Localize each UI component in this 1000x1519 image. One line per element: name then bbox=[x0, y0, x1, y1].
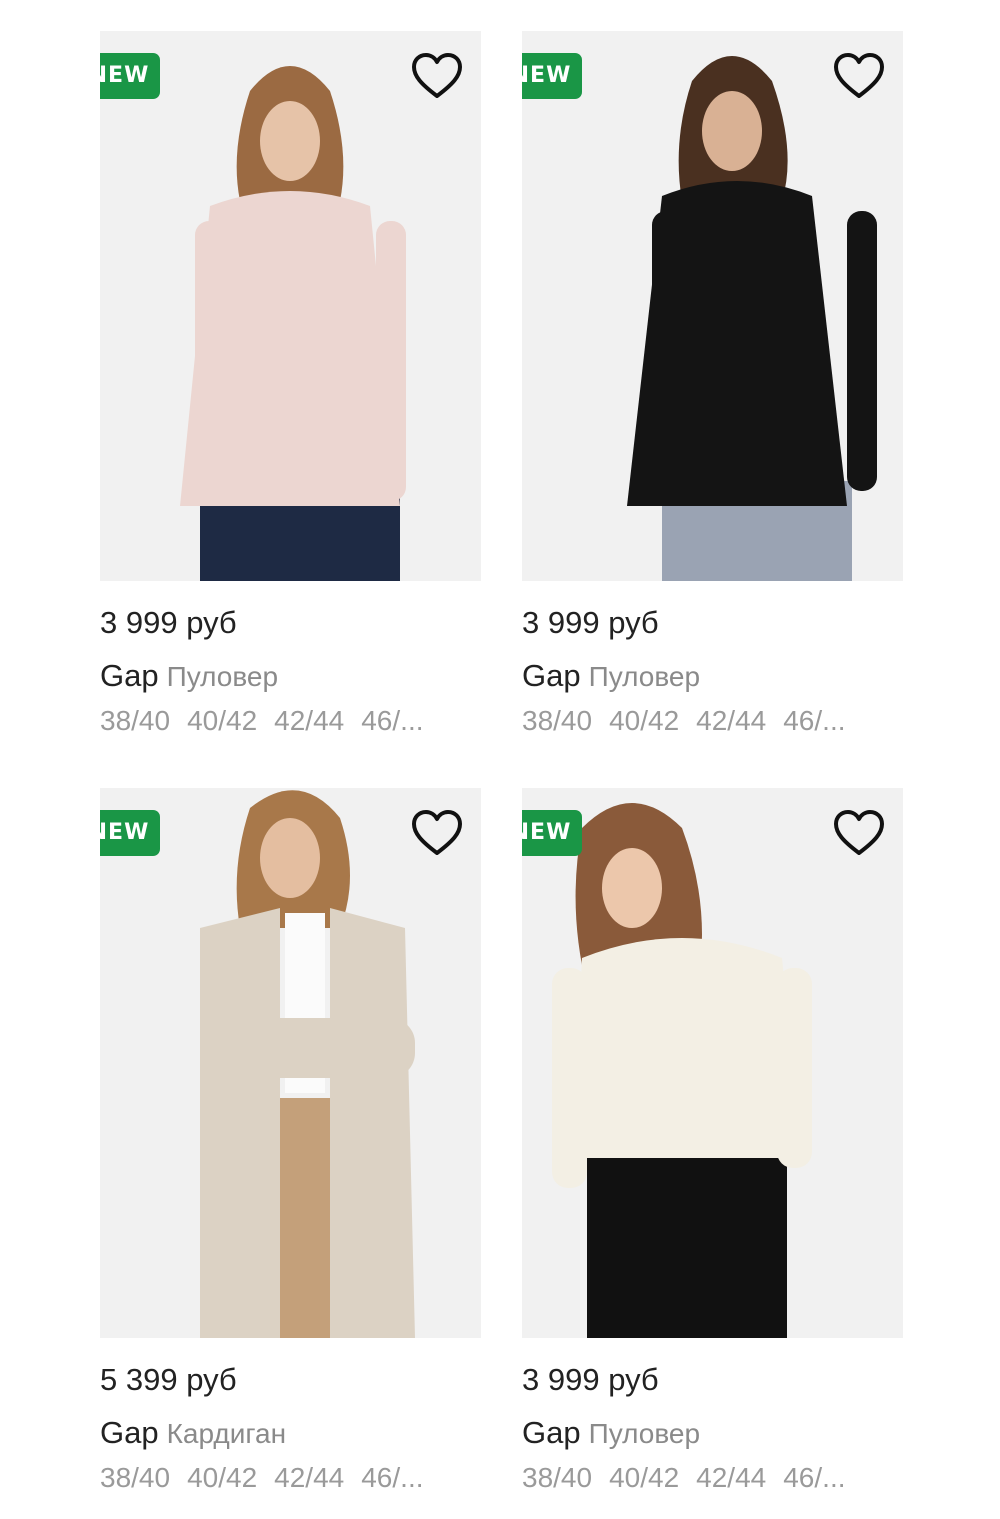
heart-outline-icon[interactable] bbox=[409, 806, 465, 862]
product-brand: Gap bbox=[522, 658, 581, 693]
size-option: 46/... bbox=[783, 1462, 846, 1493]
size-option: 38/40 bbox=[522, 705, 593, 736]
product-brand: Gap bbox=[100, 1415, 159, 1450]
product-brand: Gap bbox=[100, 658, 159, 693]
size-option: 46/... bbox=[361, 1462, 424, 1493]
size-option: 42/44 bbox=[274, 705, 345, 736]
product-title[interactable]: Gap Кардиган bbox=[100, 1414, 481, 1452]
product-photo[interactable]: NEW bbox=[522, 31, 903, 581]
size-list: 38/40 40/42 42/44 46/... bbox=[100, 1460, 481, 1496]
size-option: 38/40 bbox=[100, 1462, 171, 1493]
product-title[interactable]: Gap Пуловер bbox=[522, 657, 903, 695]
product-price: 5 399 руб bbox=[100, 1362, 237, 1397]
size-option: 40/42 bbox=[187, 705, 258, 736]
size-option: 46/... bbox=[361, 705, 424, 736]
new-badge: NEW bbox=[100, 810, 160, 856]
product-photo[interactable]: NEW bbox=[100, 31, 481, 581]
garment-shape bbox=[200, 908, 280, 1338]
heart-outline-icon[interactable] bbox=[831, 49, 887, 105]
product-card[interactable]: NEW 3 999 руб GapПуловер 38/40 40/42 42/44… bbox=[522, 31, 903, 739]
product-grid: NEW 3 999 руб GapПуловер 38/4040/4242/44… bbox=[0, 0, 1000, 1519]
bottoms-shape bbox=[587, 1148, 787, 1338]
product-title[interactable]: Gap Пуловер bbox=[522, 1414, 903, 1452]
product-card[interactable]: NEW 3 999 руб GapПуловер 38/40 40/42 42/44… bbox=[522, 788, 903, 1496]
heart-outline-icon[interactable] bbox=[831, 806, 887, 862]
product-price: 3 999 руб bbox=[100, 605, 237, 640]
size-option: 38/40 bbox=[522, 1462, 593, 1493]
product-type: Пуловер bbox=[166, 661, 279, 692]
size-option: 46/... bbox=[783, 705, 846, 736]
size-option: 42/44 bbox=[696, 705, 767, 736]
product-title[interactable]: Gap Пуловер bbox=[100, 657, 481, 695]
size-option: 40/42 bbox=[609, 705, 680, 736]
model-photo-image bbox=[627, 56, 877, 581]
product-type: Пуловер bbox=[588, 661, 701, 692]
model-photo-image bbox=[180, 66, 406, 581]
size-option: 42/44 bbox=[696, 1462, 767, 1493]
product-brand: Gap bbox=[522, 1415, 581, 1450]
size-list: 38/40 40/42 42/44 46/... bbox=[522, 1460, 903, 1496]
model-photo-image bbox=[552, 803, 812, 1338]
new-badge: NEW bbox=[522, 810, 582, 856]
size-list: 38/40 40/42 42/44 46/... bbox=[100, 703, 481, 739]
product-price: 3 999 руб bbox=[522, 605, 659, 640]
product-card[interactable]: NEW 3 999 руб GapПуловер 38/40 40/42 42/44… bbox=[100, 31, 481, 739]
size-list: 38/40 40/42 42/44 46/... bbox=[522, 703, 903, 739]
product-type: Пуловер bbox=[588, 1418, 701, 1449]
product-photo[interactable]: NEW bbox=[522, 788, 903, 1338]
size-option: 40/42 bbox=[609, 1462, 680, 1493]
heart-outline-icon[interactable] bbox=[409, 49, 465, 105]
model-photo-image bbox=[200, 790, 415, 1338]
size-option: 40/42 bbox=[187, 1462, 258, 1493]
garment-shape bbox=[572, 938, 802, 1158]
product-card[interactable]: NEW 5 399 руб GapКардиган 38/40 40/42 42/4… bbox=[100, 788, 481, 1496]
product-price: 3 999 руб bbox=[522, 1362, 659, 1397]
new-badge: NEW bbox=[100, 53, 160, 99]
product-type: Кардиган bbox=[166, 1418, 287, 1449]
product-photo[interactable]: NEW bbox=[100, 788, 481, 1338]
new-badge: NEW bbox=[522, 53, 582, 99]
size-option: 42/44 bbox=[274, 1462, 345, 1493]
size-option: 38/40 bbox=[100, 705, 171, 736]
